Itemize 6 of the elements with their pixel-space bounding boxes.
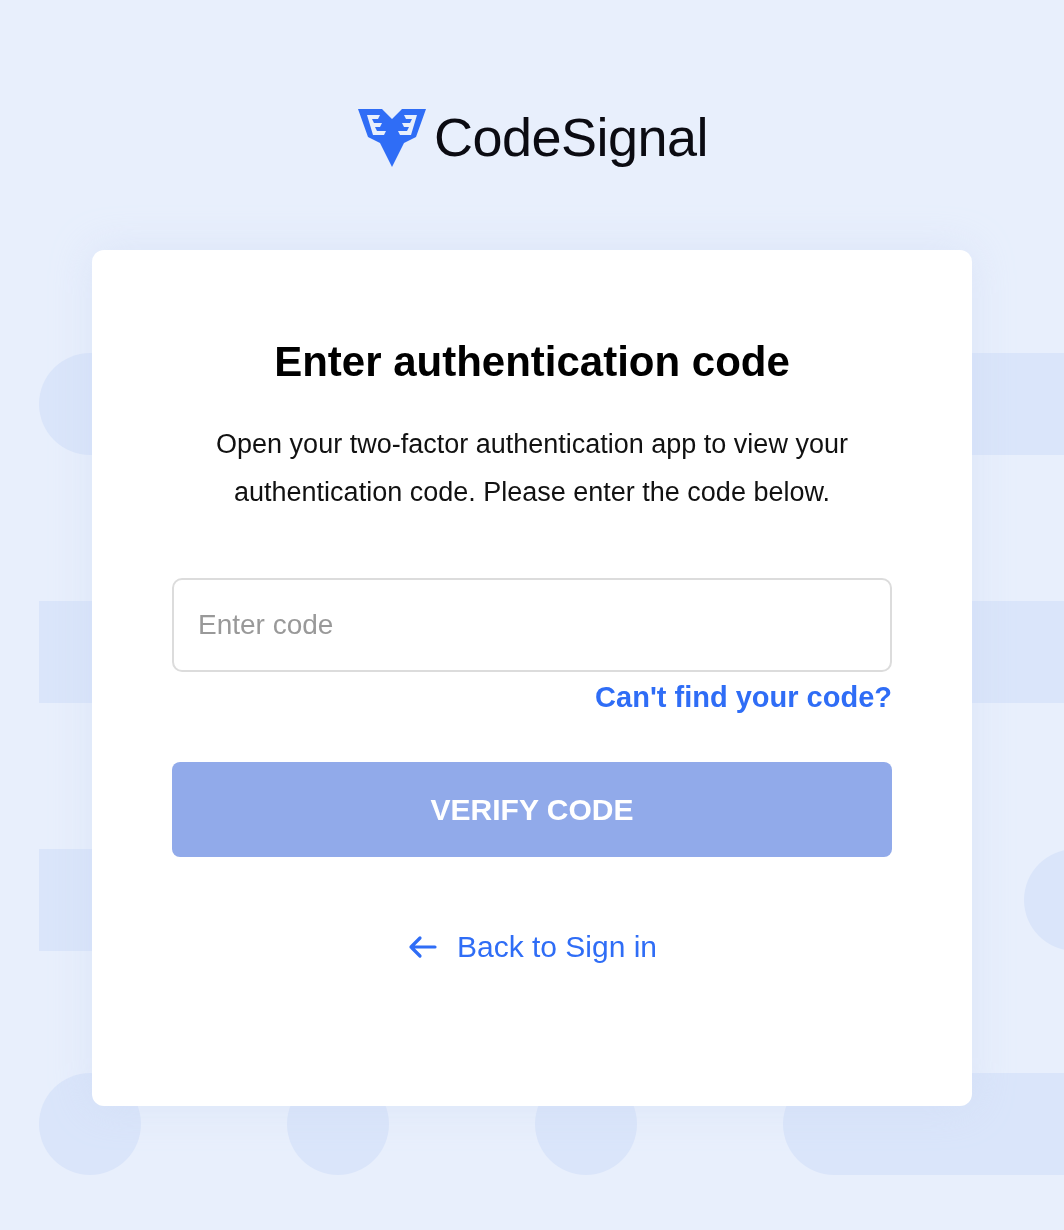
back-link[interactable]: Back to Sign in [406,927,658,967]
instructions-text: Open your two-factor authentication app to view your authentication code. Please enter the code below. [215,428,849,509]
help-link[interactable]: Can't find your code? [595,678,892,716]
logo-wordmark: CodeSignal [433,106,709,169]
code-input-field[interactable]: Enter code [172,578,892,672]
page-heading: Enter authentication code [274,338,790,386]
